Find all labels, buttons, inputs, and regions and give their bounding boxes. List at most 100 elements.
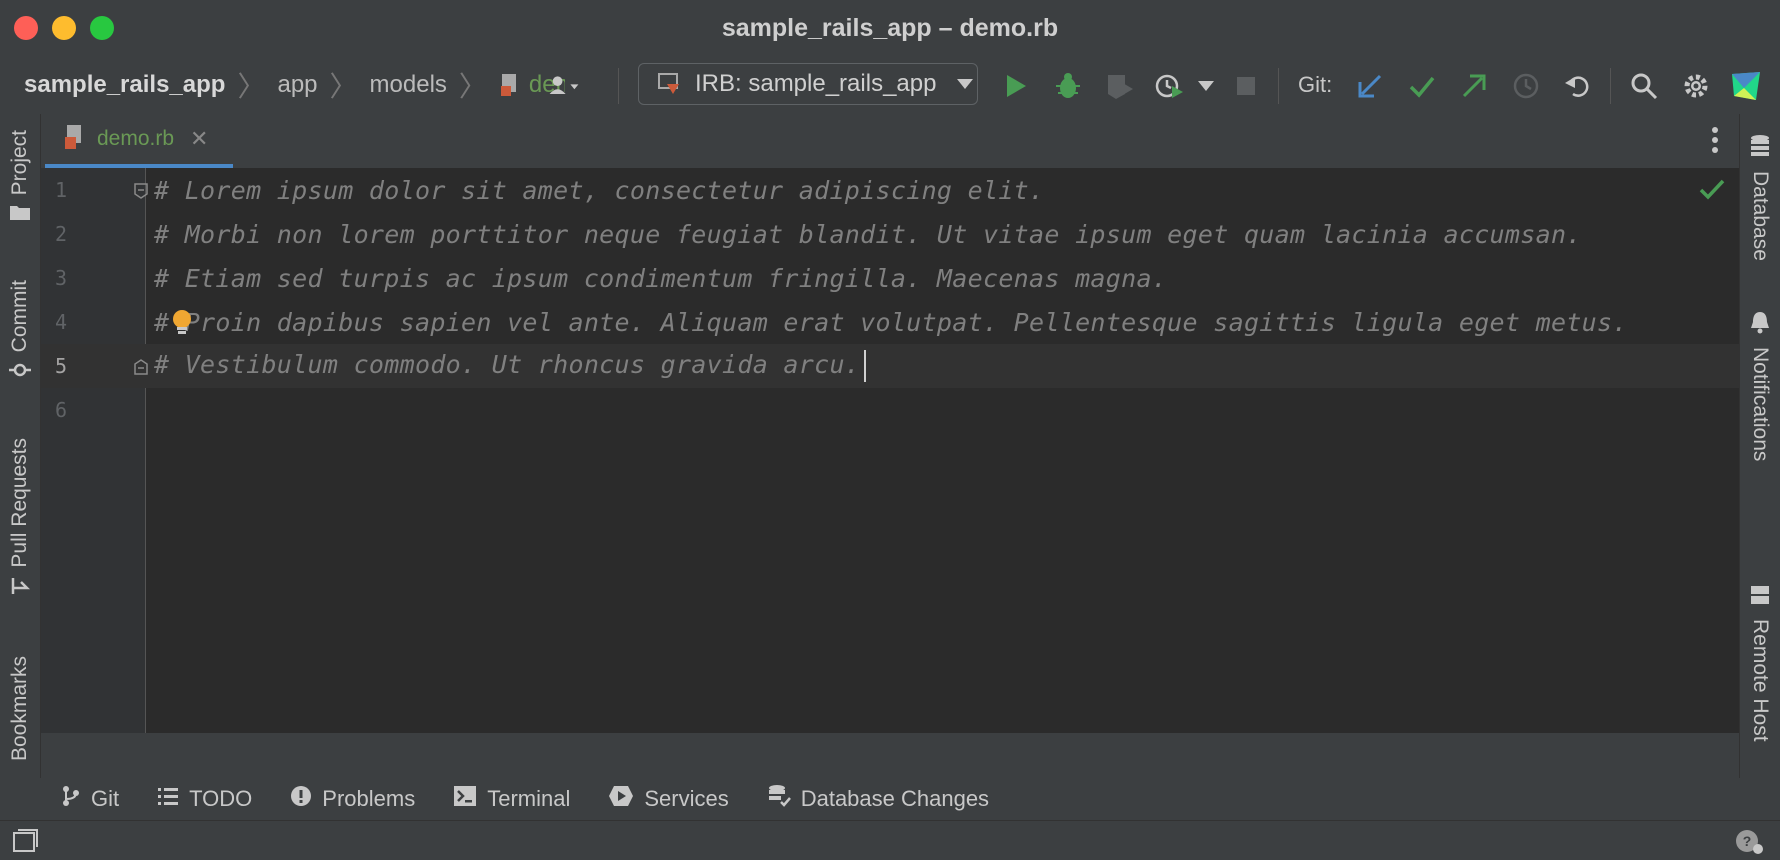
tool-window-terminal[interactable]: Terminal	[453, 785, 570, 813]
stop-icon[interactable]	[1230, 70, 1262, 102]
tool-window-database[interactable]: Database	[1740, 134, 1780, 261]
tool-project-label: Project	[8, 130, 31, 196]
code-line: 3 # Etiam sed turpis ac ipsum condimentu…	[41, 256, 1739, 300]
toggle-tool-windows-icon[interactable]	[12, 829, 38, 858]
right-tool-strip: Database Notifications Remote Host	[1739, 114, 1780, 778]
close-icon[interactable]: ✕	[190, 126, 208, 152]
left-tool-strip: Project Commit Pull Requests Bookmarks	[0, 114, 41, 778]
tool-problems-label: Problems	[322, 786, 416, 811]
inspection-ok-icon[interactable]	[1699, 178, 1725, 205]
tool-bookmarks-label: Bookmarks	[8, 656, 31, 762]
code-line: 2 # Morbi non lorem porttitor neque feug…	[41, 212, 1739, 256]
terminal-icon	[453, 785, 477, 813]
bottom-tool-bar: Git TODO Problems Terminal Services Data…	[41, 778, 1739, 820]
gear-icon[interactable]	[1680, 70, 1712, 102]
pull-request-icon	[9, 576, 31, 601]
window-title: sample_rails_app – demo.rb	[721, 13, 1059, 42]
code-line: 6	[41, 388, 1739, 432]
line-number: 4	[54, 310, 68, 334]
fold-icon[interactable]	[133, 358, 149, 381]
main-toolbar: sample_rails_app 〉 app 〉 models 〉 demo.r…	[0, 56, 1780, 114]
fold-icon[interactable]	[133, 182, 149, 205]
toolbar-divider	[1278, 68, 1279, 104]
git-update-icon[interactable]	[1354, 70, 1386, 102]
run-icon[interactable]	[1000, 70, 1032, 102]
coverage-icon[interactable]	[1104, 70, 1136, 102]
services-icon	[608, 785, 634, 813]
tool-database-label: Database	[1749, 171, 1772, 261]
tool-window-pull-requests[interactable]: Pull Requests	[0, 438, 40, 601]
git-history-icon[interactable]	[1510, 70, 1542, 102]
breadcrumb-separator-icon: 〉	[237, 71, 266, 102]
lightbulb-icon[interactable]	[171, 308, 193, 343]
code-line-current: 5 # Vestibulum commodo. Ut rhoncus gravi…	[41, 344, 1739, 388]
close-window-button[interactable]	[14, 16, 38, 40]
code-text: # Vestibulum commodo. Ut rhoncus gravida…	[154, 350, 861, 379]
breadcrumb-project[interactable]: sample_rails_app	[24, 71, 225, 99]
tool-notifications-label: Notifications	[1749, 347, 1772, 462]
tool-window-todo[interactable]: TODO	[157, 786, 252, 812]
code-editor[interactable]: 1 # Lorem ipsum dolor sit amet, consecte…	[41, 168, 1739, 733]
chevron-down-icon	[956, 78, 974, 90]
tool-window-services[interactable]: Services	[608, 785, 729, 813]
tool-remote-host-label: Remote Host	[1749, 619, 1772, 742]
toolbar-divider	[618, 68, 619, 104]
code-line: 1 # Lorem ipsum dolor sit amet, consecte…	[41, 168, 1739, 212]
profiler-icon[interactable]	[1154, 70, 1186, 102]
git-branch-icon	[61, 785, 81, 813]
run-configuration-select[interactable]: IRB: sample_rails_app	[638, 63, 978, 105]
tab-demo-rb[interactable]: demo.rb ✕	[45, 114, 233, 168]
tool-todo-label: TODO	[189, 786, 253, 811]
tool-window-notifications[interactable]: Notifications	[1740, 310, 1780, 461]
help-icon[interactable]: ?	[1734, 827, 1766, 860]
line-number: 3	[54, 266, 68, 290]
toolbar-divider	[1610, 68, 1611, 104]
status-bar: ?	[0, 820, 1780, 860]
svg-text:?: ?	[1743, 833, 1752, 849]
line-number: 1	[54, 178, 68, 202]
user-profile-icon[interactable]	[548, 70, 580, 102]
breadcrumb-folder-models[interactable]: models	[370, 71, 447, 99]
ruby-file-icon	[499, 72, 521, 98]
ide-logo-icon[interactable]	[1730, 70, 1762, 102]
line-number: 5	[54, 354, 68, 378]
problems-icon	[290, 785, 312, 813]
tool-window-remote-host[interactable]: Remote Host	[1740, 584, 1780, 742]
tool-window-bookmarks[interactable]: Bookmarks	[0, 656, 40, 761]
run-config-label: IRB: sample_rails_app	[695, 70, 937, 97]
database-icon	[1749, 134, 1771, 163]
tool-window-project[interactable]: Project	[0, 130, 40, 226]
tool-commit-label: Commit	[8, 280, 31, 353]
code-text: # Lorem ipsum dolor sit amet, consectetu…	[154, 175, 1045, 205]
database-changes-icon	[767, 784, 791, 814]
list-icon	[157, 786, 179, 812]
text-caret	[864, 350, 867, 382]
debug-icon[interactable]	[1052, 70, 1084, 102]
tool-services-label: Services	[644, 786, 729, 811]
code-text: # Proin dapibus sapien vel ante. Aliquam…	[154, 307, 1628, 337]
tool-db-changes-label: Database Changes	[800, 786, 990, 811]
tool-window-database-changes[interactable]: Database Changes	[767, 784, 989, 814]
folder-icon	[9, 203, 31, 226]
breadcrumb-separator-icon: 〉	[329, 71, 358, 102]
breadcrumb-separator-icon: 〉	[458, 71, 487, 102]
git-push-icon[interactable]	[1458, 70, 1490, 102]
search-icon[interactable]	[1628, 70, 1660, 102]
chevron-down-icon[interactable]	[1190, 70, 1222, 102]
code-line-wrapper: # Vestibulum commodo. Ut rhoncus gravida…	[154, 350, 867, 382]
line-number: 2	[54, 222, 68, 246]
tool-window-git[interactable]: Git	[61, 785, 119, 813]
git-rollback-icon[interactable]	[1562, 70, 1594, 102]
git-commit-icon[interactable]	[1406, 70, 1438, 102]
tool-pull-requests-label: Pull Requests	[8, 438, 31, 568]
tool-git-label: Git	[91, 786, 120, 811]
tool-window-problems[interactable]: Problems	[290, 785, 415, 813]
breadcrumb-folder-app[interactable]: app	[277, 71, 317, 99]
tool-window-commit[interactable]: Commit	[0, 280, 40, 385]
minimize-window-button[interactable]	[52, 16, 76, 40]
zoom-window-button[interactable]	[90, 16, 114, 40]
more-options-icon[interactable]	[1711, 126, 1719, 159]
ide-window: sample_rails_app – demo.rb sample_rails_…	[0, 0, 1780, 860]
remote-host-icon	[1749, 584, 1771, 611]
bell-icon	[1749, 310, 1771, 339]
